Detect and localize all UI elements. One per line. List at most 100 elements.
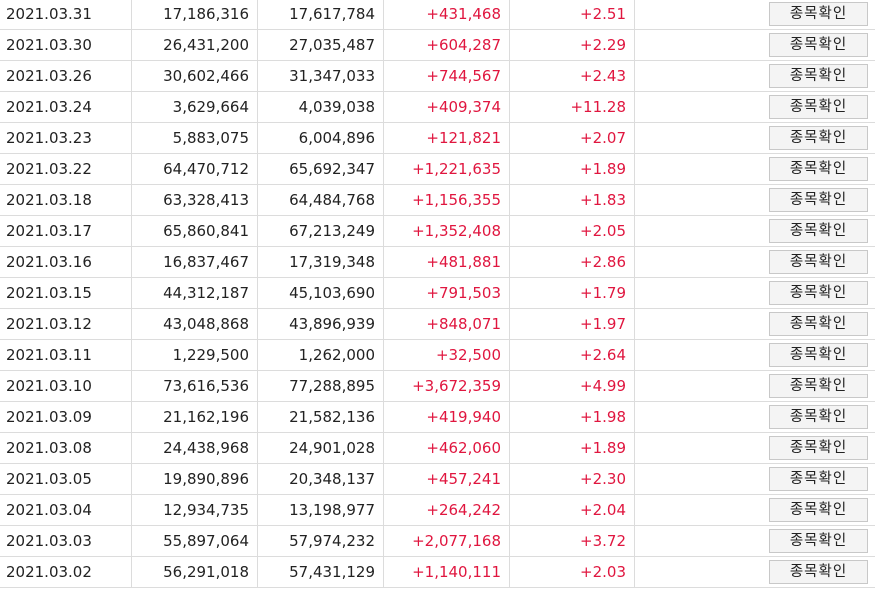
value-after-cell: 64,484,768 (257, 184, 384, 216)
table-row: 2021.03.03 55,897,064 57,974,232 +2,077,… (0, 525, 875, 557)
action-cell: 종목확인 (634, 184, 875, 216)
change-cell: +121,821 (383, 122, 510, 154)
change-percent-cell: +3.72 (509, 525, 635, 557)
value-before-cell: 43,048,868 (131, 308, 258, 340)
check-stock-button[interactable]: 종목확인 (769, 64, 868, 88)
value-after-cell: 31,347,033 (257, 60, 384, 92)
value-after-cell: 27,035,487 (257, 29, 384, 61)
table-row: 2021.03.05 19,890,896 20,348,137 +457,24… (0, 463, 875, 495)
check-stock-button[interactable]: 종목확인 (769, 312, 868, 336)
check-stock-button[interactable]: 종목확인 (769, 157, 868, 181)
value-before-cell: 17,186,316 (131, 0, 258, 30)
check-stock-button[interactable]: 종목확인 (769, 126, 868, 150)
date-cell: 2021.03.03 (0, 525, 132, 557)
check-stock-button[interactable]: 종목확인 (769, 498, 868, 522)
action-cell: 종목확인 (634, 122, 875, 154)
check-stock-button[interactable]: 종목확인 (769, 188, 868, 212)
change-percent-cell: +2.43 (509, 60, 635, 92)
table-row: 2021.03.31 17,186,316 17,617,784 +431,46… (0, 0, 875, 30)
action-cell: 종목확인 (634, 29, 875, 61)
date-cell: 2021.03.12 (0, 308, 132, 340)
check-stock-button[interactable]: 종목확인 (769, 250, 868, 274)
action-cell: 종목확인 (634, 370, 875, 402)
change-percent-cell: +2.30 (509, 463, 635, 495)
change-cell: +1,352,408 (383, 215, 510, 247)
date-cell: 2021.03.11 (0, 339, 132, 371)
check-stock-button[interactable]: 종목확인 (769, 374, 868, 398)
change-cell: +409,374 (383, 91, 510, 123)
table-row: 2021.03.02 56,291,018 57,431,129 +1,140,… (0, 556, 875, 588)
change-percent-cell: +1.83 (509, 184, 635, 216)
change-cell: +1,221,635 (383, 153, 510, 185)
change-percent-cell: +1.97 (509, 308, 635, 340)
action-cell: 종목확인 (634, 494, 875, 526)
check-stock-button[interactable]: 종목확인 (769, 343, 868, 367)
change-cell: +481,881 (383, 246, 510, 278)
value-after-cell: 24,901,028 (257, 432, 384, 464)
value-before-cell: 16,837,467 (131, 246, 258, 278)
change-cell: +791,503 (383, 277, 510, 309)
table-row: 2021.03.30 26,431,200 27,035,487 +604,28… (0, 29, 875, 61)
value-before-cell: 30,602,466 (131, 60, 258, 92)
check-stock-button[interactable]: 종목확인 (769, 33, 868, 57)
table-row: 2021.03.17 65,860,841 67,213,249 +1,352,… (0, 215, 875, 247)
change-cell: +604,287 (383, 29, 510, 61)
value-after-cell: 67,213,249 (257, 215, 384, 247)
value-before-cell: 3,629,664 (131, 91, 258, 123)
value-after-cell: 57,431,129 (257, 556, 384, 588)
date-cell: 2021.03.08 (0, 432, 132, 464)
table-body: 2021.03.31 17,186,316 17,617,784 +431,46… (0, 0, 875, 588)
value-before-cell: 1,229,500 (131, 339, 258, 371)
check-stock-button[interactable]: 종목확인 (769, 95, 868, 119)
check-stock-button[interactable]: 종목확인 (769, 560, 868, 584)
value-before-cell: 56,291,018 (131, 556, 258, 588)
action-cell: 종목확인 (634, 277, 875, 309)
change-cell: +32,500 (383, 339, 510, 371)
change-cell: +264,242 (383, 494, 510, 526)
action-cell: 종목확인 (634, 0, 875, 30)
check-stock-button[interactable]: 종목확인 (769, 436, 868, 460)
table-row: 2021.03.11 1,229,500 1,262,000 +32,500 +… (0, 339, 875, 371)
check-stock-button[interactable]: 종목확인 (769, 529, 868, 553)
date-cell: 2021.03.05 (0, 463, 132, 495)
value-before-cell: 44,312,187 (131, 277, 258, 309)
table-row: 2021.03.09 21,162,196 21,582,136 +419,94… (0, 401, 875, 433)
check-stock-button[interactable]: 종목확인 (769, 219, 868, 243)
action-cell: 종목확인 (634, 463, 875, 495)
table-row: 2021.03.22 64,470,712 65,692,347 +1,221,… (0, 153, 875, 185)
date-cell: 2021.03.04 (0, 494, 132, 526)
change-percent-cell: +2.64 (509, 339, 635, 371)
table-row: 2021.03.23 5,883,075 6,004,896 +121,821 … (0, 122, 875, 154)
date-cell: 2021.03.22 (0, 153, 132, 185)
action-cell: 종목확인 (634, 432, 875, 464)
check-stock-button[interactable]: 종목확인 (769, 467, 868, 491)
date-cell: 2021.03.16 (0, 246, 132, 278)
change-percent-cell: +1.79 (509, 277, 635, 309)
date-cell: 2021.03.24 (0, 91, 132, 123)
value-before-cell: 5,883,075 (131, 122, 258, 154)
value-after-cell: 65,692,347 (257, 153, 384, 185)
change-cell: +419,940 (383, 401, 510, 433)
table-row: 2021.03.26 30,602,466 31,347,033 +744,56… (0, 60, 875, 92)
value-after-cell: 4,039,038 (257, 91, 384, 123)
value-after-cell: 21,582,136 (257, 401, 384, 433)
change-percent-cell: +1.89 (509, 432, 635, 464)
change-cell: +2,077,168 (383, 525, 510, 557)
date-cell: 2021.03.31 (0, 0, 132, 30)
value-after-cell: 17,319,348 (257, 246, 384, 278)
action-cell: 종목확인 (634, 153, 875, 185)
check-stock-button[interactable]: 종목확인 (769, 2, 868, 26)
change-percent-cell: +2.04 (509, 494, 635, 526)
change-cell: +848,071 (383, 308, 510, 340)
data-table: 2021.03.31 17,186,316 17,617,784 +431,46… (0, 0, 875, 588)
value-before-cell: 64,470,712 (131, 153, 258, 185)
change-percent-cell: +2.05 (509, 215, 635, 247)
date-cell: 2021.03.30 (0, 29, 132, 61)
check-stock-button[interactable]: 종목확인 (769, 405, 868, 429)
change-percent-cell: +2.29 (509, 29, 635, 61)
check-stock-button[interactable]: 종목확인 (769, 281, 868, 305)
change-cell: +462,060 (383, 432, 510, 464)
change-cell: +1,140,111 (383, 556, 510, 588)
value-before-cell: 21,162,196 (131, 401, 258, 433)
value-before-cell: 19,890,896 (131, 463, 258, 495)
